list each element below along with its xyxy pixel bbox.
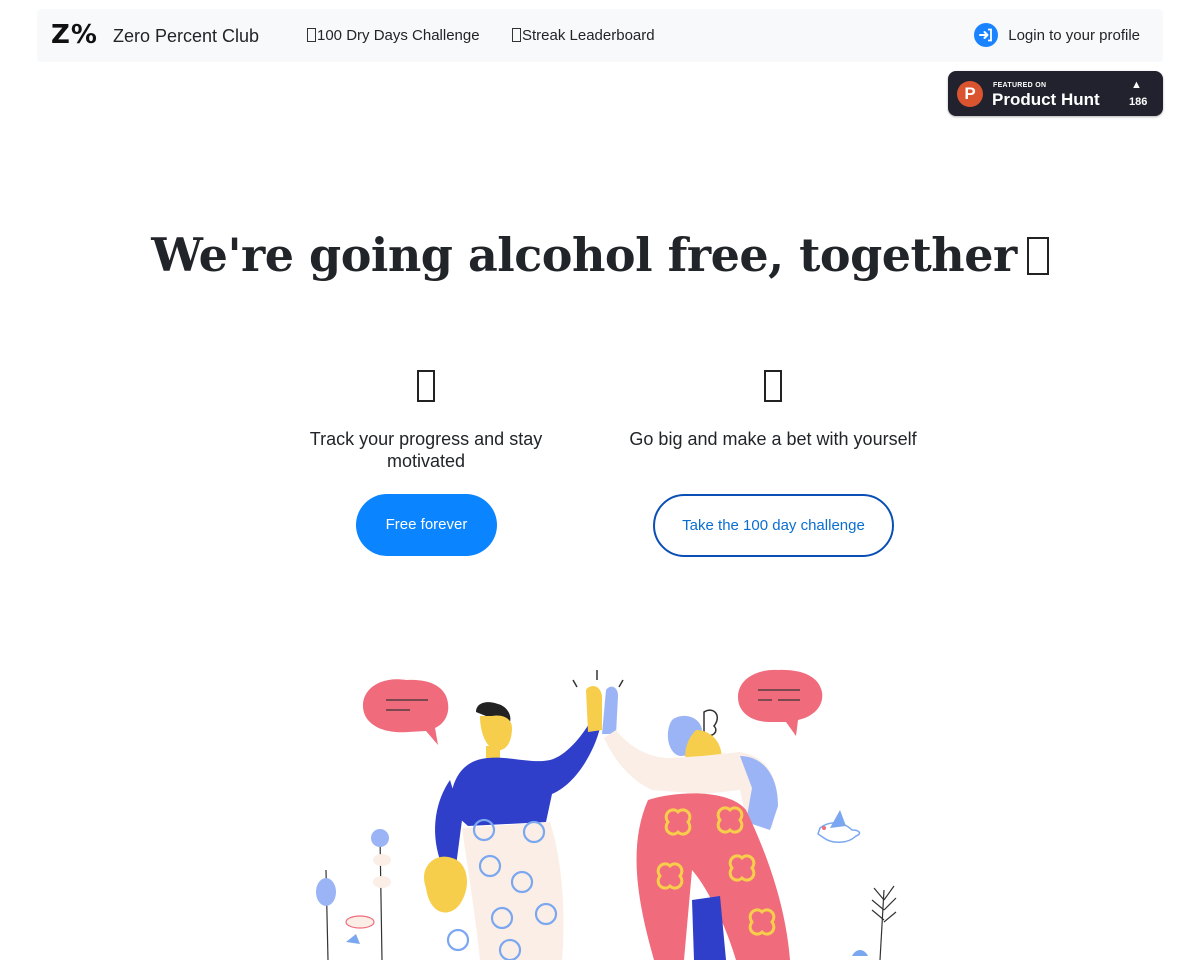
product-hunt-logo-icon: P <box>957 81 983 107</box>
product-hunt-featured-label: FEATURED ON <box>993 82 1047 89</box>
trophy-icon <box>512 28 521 42</box>
nav-link-label: 100 Dry Days Challenge <box>317 27 480 44</box>
nav-link-dry-days-challenge[interactable]: 100 Dry Days Challenge <box>307 27 480 44</box>
speech-bubble-right-icon <box>738 669 823 736</box>
calendar-icon <box>307 28 316 42</box>
chart-emoji-icon <box>417 370 435 402</box>
bird-icon <box>817 810 861 843</box>
feature-make-a-bet: Go big and make a bet with yourself <box>623 370 923 450</box>
login-icon <box>974 23 999 47</box>
nav-link-streak-leaderboard[interactable]: Streak Leaderboard <box>512 27 655 44</box>
product-hunt-name: Product Hunt <box>992 90 1100 109</box>
speech-bubble-left-icon <box>362 679 449 745</box>
man-figure-icon <box>424 686 602 960</box>
hero-headline: We're going alcohol free, together <box>0 228 1200 282</box>
hero-headline-text: We're going alcohol free, together <box>151 228 1017 282</box>
take-challenge-button[interactable]: Take the 100 day challenge <box>653 494 894 557</box>
emoji-icon <box>1026 237 1049 275</box>
sparkle-icon <box>572 670 624 688</box>
woman-figure-icon <box>602 686 790 960</box>
feature-track-progress: Track your progress and stay motivated <box>276 370 576 472</box>
free-forever-button[interactable]: Free forever <box>356 494 497 556</box>
feature-caption: Track your progress and stay motivated <box>309 429 543 471</box>
brand-name[interactable]: Zero Percent Club <box>113 26 259 47</box>
high-five-illustration <box>316 669 897 960</box>
feature-caption: Go big and make a bet with yourself <box>629 429 917 449</box>
login-label: Login to your profile <box>1008 26 1140 44</box>
product-hunt-badge[interactable]: P FEATURED ON Product Hunt ▲ 186 <box>948 71 1163 116</box>
plant-icon <box>316 829 897 960</box>
top-navbar: Z% Zero Percent Club 100 Dry Days Challe… <box>37 9 1163 62</box>
upvote-arrow-icon: ▲ <box>1131 79 1142 91</box>
upvote-count: 186 <box>1129 96 1148 108</box>
nav-link-label: Streak Leaderboard <box>522 27 655 44</box>
login-link[interactable]: Login to your profile <box>974 23 1140 47</box>
brand-logo[interactable]: Z% <box>51 20 98 50</box>
money-emoji-icon <box>764 370 782 402</box>
